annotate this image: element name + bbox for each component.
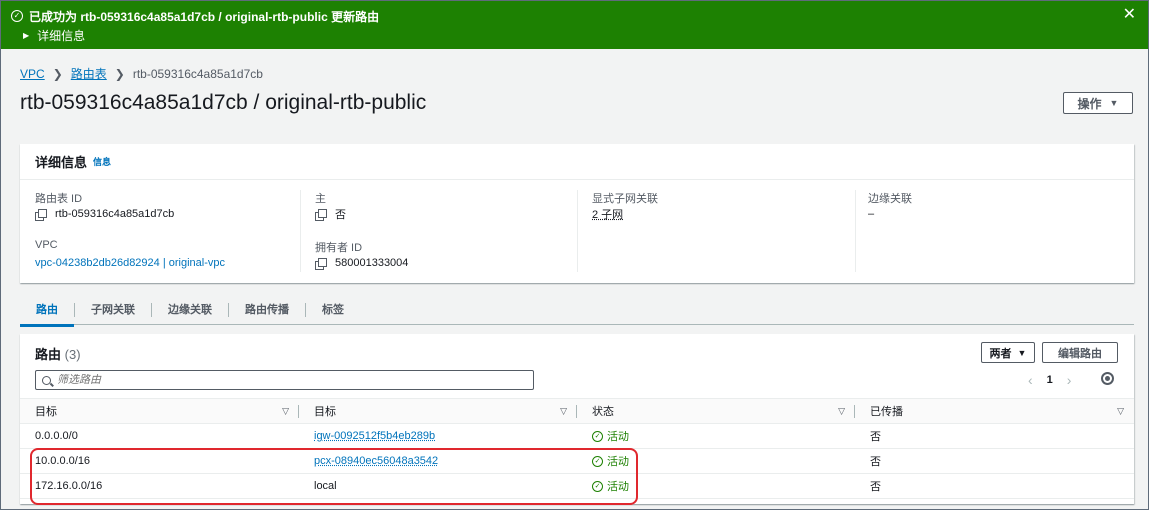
routes-title-text: 路由 <box>35 347 62 362</box>
owner-id-value: 580001333004 <box>335 257 409 269</box>
route-propagated: 否 <box>855 423 1134 449</box>
subnet-assoc-label: 显式子网关联 <box>592 193 658 205</box>
routes-panel: 路由 (3) 两者 ▼ 编辑路由 ‹ 1 › 目标▽ 目标▽ 状态▽ 已传播▽ … <box>20 334 1134 504</box>
sort-icon[interactable]: ▽ <box>1117 406 1124 417</box>
edge-assoc-label: 边缘关联 <box>868 193 912 205</box>
route-table-id-value: rtb-059316c4a85a1d7cb <box>55 208 175 220</box>
route-destination: 172.16.0.0/16 <box>20 473 299 499</box>
sort-icon[interactable]: ▽ <box>838 406 845 417</box>
success-banner: ✓ 已成功为 rtb-059316c4a85a1d7cb / original-… <box>1 1 1148 49</box>
copy-icon[interactable] <box>35 209 47 221</box>
copy-icon[interactable] <box>315 258 327 270</box>
caret-down-icon: ▼ <box>1017 347 1027 358</box>
edit-routes-button[interactable]: 编辑路由 <box>1042 342 1118 363</box>
search-icon <box>42 375 51 385</box>
sort-icon[interactable]: ▽ <box>282 406 289 417</box>
chevron-left-icon[interactable]: ‹ <box>1028 372 1033 388</box>
route-table-id-label: 路由表 ID <box>35 193 83 205</box>
column-header-propagated[interactable]: 已传播 ▽ <box>855 398 1134 424</box>
page-number[interactable]: 1 <box>1047 374 1053 386</box>
banner-details-toggle[interactable]: ▶ 详细信息 <box>11 27 1138 44</box>
details-title: 详细信息 <box>35 155 88 170</box>
tab-edge-associations[interactable]: 边缘关联 <box>152 302 229 317</box>
route-destination: 0.0.0.0/0 <box>20 423 299 449</box>
details-panel: 详细信息 信息 路由表 ID rtb-059316c4a85a1d7cb VPC… <box>20 144 1134 283</box>
route-status: 活动 <box>607 456 629 468</box>
route-type-value: 两者 <box>989 347 1012 360</box>
route-target-link[interactable]: pcx-08940ec56048a3542 <box>299 448 577 474</box>
breadcrumb: VPC ❯ 路由表 ❯ rtb-059316c4a85a1d7cb <box>20 65 263 82</box>
filter-routes-input[interactable] <box>57 374 517 386</box>
status-active-icon: ✓ <box>592 455 603 467</box>
table-row: 10.0.0.0/16 pcx-08940ec56048a3542 ✓ 活动 否 <box>20 448 1134 474</box>
subnet-assoc-value[interactable]: 2 子网 <box>592 206 623 222</box>
status-active-icon: ✓ <box>592 480 603 492</box>
success-check-icon: ✓ <box>11 10 23 22</box>
close-icon[interactable]: ✕ <box>1123 7 1136 23</box>
tab-subnet-associations[interactable]: 子网关联 <box>75 302 152 317</box>
copy-icon[interactable] <box>315 209 327 221</box>
breadcrumb-route-tables[interactable]: 路由表 <box>71 65 107 82</box>
routes-count: (3) <box>64 347 81 362</box>
filter-box <box>35 370 534 390</box>
info-link[interactable]: 信息 <box>93 155 111 168</box>
actions-label: 操作 <box>1077 96 1102 111</box>
route-type-select[interactable]: 两者 ▼ <box>981 342 1035 363</box>
owner-id-label: 拥有者 ID <box>315 242 363 254</box>
banner-details-label: 详细信息 <box>37 29 86 43</box>
tab-routes[interactable]: 路由 <box>20 302 75 327</box>
route-propagated: 否 <box>855 448 1134 474</box>
actions-button[interactable]: 操作 ▼ <box>1063 92 1133 114</box>
caret-right-icon: ▶ <box>23 31 30 40</box>
route-target: local <box>299 473 577 499</box>
status-active-icon: ✓ <box>592 430 603 442</box>
main-label: 主 <box>315 193 326 205</box>
vpc-label: VPC <box>35 239 58 251</box>
table-row: 172.16.0.0/16 local ✓ 活动 否 <box>20 473 1134 499</box>
edge-assoc-value: – <box>868 208 875 220</box>
route-target-link[interactable]: igw-0092512f5b4eb289b <box>299 423 577 449</box>
breadcrumb-current: rtb-059316c4a85a1d7cb <box>132 66 263 81</box>
tab-tags[interactable]: 标签 <box>306 303 360 317</box>
table-row: 0.0.0.0/0 igw-0092512f5b4eb289b ✓ 活动 否 <box>20 423 1134 449</box>
vpc-link[interactable]: vpc-04238b2db26d82924 | original-vpc <box>35 256 300 270</box>
route-status: 活动 <box>607 481 629 493</box>
column-header-target[interactable]: 目标 ▽ <box>299 398 577 424</box>
tab-route-propagation[interactable]: 路由传播 <box>229 302 306 317</box>
tab-bar: 路由 子网关联 边缘关联 路由传播 标签 <box>20 295 1134 327</box>
route-propagated: 否 <box>855 473 1134 499</box>
sort-icon[interactable]: ▽ <box>560 406 567 417</box>
route-status: 活动 <box>607 431 629 443</box>
breadcrumb-vpc[interactable]: VPC <box>20 67 45 81</box>
routes-title: 路由 (3) <box>35 344 81 363</box>
caret-down-icon: ▼ <box>1109 98 1119 108</box>
chevron-right-icon: ❯ <box>114 66 125 81</box>
route-destination: 10.0.0.0/16 <box>20 448 299 474</box>
routes-table: 目标 ▽ 目标 ▽ 状态 ▽ 已传播 ▽ 0.0.0.0/0 igw-0092512f5… <box>20 398 1134 499</box>
pagination: ‹ 1 › <box>1028 372 1071 388</box>
chevron-right-icon[interactable]: › <box>1067 372 1072 388</box>
chevron-right-icon: ❯ <box>52 66 63 81</box>
banner-message: 已成功为 rtb-059316c4a85a1d7cb / original-rt… <box>29 9 380 24</box>
gear-icon[interactable] <box>1101 372 1114 385</box>
column-header-destination[interactable]: 目标 ▽ <box>20 398 299 424</box>
column-header-status[interactable]: 状态 ▽ <box>577 398 855 424</box>
main-value: 否 <box>335 209 346 221</box>
page-title: rtb-059316c4a85a1d7cb / original-rtb-pub… <box>20 91 427 114</box>
